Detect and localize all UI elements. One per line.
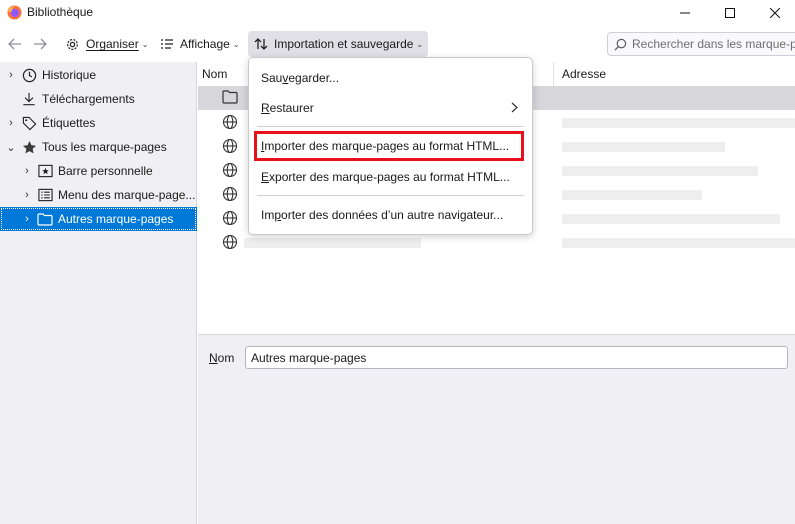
chevron-down-icon: ⌄: [232, 39, 240, 49]
menu-accesskey: R: [261, 101, 270, 115]
sidebar-item-all-bookmarks[interactable]: ⌄ Tous les marque-pages: [0, 135, 197, 159]
chevron-right-icon: [511, 102, 518, 113]
menu-item-import-other-browser[interactable]: Im p orter des données d’un autre navigate…: [253, 201, 528, 229]
view-button[interactable]: Affichage ⌄: [154, 31, 246, 57]
download-icon: [21, 91, 37, 107]
name-label: Nom: [209, 351, 234, 365]
view-label: Affichage: [180, 37, 230, 51]
bookmarks-toolbar-icon: [37, 163, 53, 179]
chevron-down-icon: ⌄: [416, 39, 424, 49]
globe-icon: [222, 210, 238, 226]
search-icon: [614, 38, 627, 51]
menu-accesskey: p: [274, 208, 282, 222]
list-view-icon: [160, 38, 174, 50]
menu-separator: [257, 195, 524, 196]
maximize-icon[interactable]: [707, 0, 752, 26]
name-label-rest: om: [217, 351, 235, 365]
sidebar-item-bookmarks-menu[interactable]: › Menu des marque-page...: [0, 183, 197, 207]
sidebar-item-other-bookmarks[interactable]: › Autres marque-pages: [0, 207, 197, 231]
chevron-right-icon[interactable]: ›: [21, 213, 33, 225]
close-icon[interactable]: [752, 0, 795, 26]
redacted-address: [562, 190, 702, 200]
menu-text: xporter des marque-pages au format HTML.…: [269, 170, 510, 184]
window-title: Bibliothèque: [27, 5, 94, 19]
sidebar-item-label: Barre personnelle: [58, 164, 153, 178]
menu-text: mporter des marque-pages au format HTML.…: [264, 139, 510, 153]
globe-icon: [222, 186, 238, 202]
sidebar-item-label: Tous les marque-pages: [42, 140, 167, 154]
name-field[interactable]: [245, 346, 788, 369]
sidebar-item-label: Historique: [42, 68, 97, 82]
title-bar: Bibliothèque: [0, 0, 795, 26]
tag-icon: [21, 115, 37, 131]
name-label-accesskey: N: [209, 351, 218, 365]
redacted-address: [562, 238, 795, 248]
import-backup-button[interactable]: Importation et sauvegarde ⌄: [248, 31, 428, 57]
redacted-address: [562, 166, 758, 176]
organize-label: Organiser: [86, 37, 139, 51]
folder-icon: [37, 211, 53, 227]
sidebar-item-label: Téléchargements: [42, 92, 135, 106]
menu-item-import-html[interactable]: Importer des marque-pages au format HTML…: [253, 132, 528, 160]
menu-text: Im: [261, 208, 275, 222]
details-pane: Nom: [198, 334, 795, 524]
redacted-address: [562, 142, 725, 152]
search-box[interactable]: [607, 32, 795, 56]
globe-icon: [222, 162, 238, 178]
column-header-address[interactable]: Adresse: [558, 62, 795, 86]
sidebar-item-tags[interactable]: › Étiquettes: [0, 111, 197, 135]
menu-separator: [257, 126, 524, 127]
sidebar-item-history[interactable]: › Historique: [0, 63, 197, 87]
globe-icon: [222, 138, 238, 154]
menu-item-export-html[interactable]: Exporter des marque-pages au format HTML…: [253, 163, 528, 191]
menu-text: Sau: [261, 71, 283, 85]
sidebar-item-downloads[interactable]: Téléchargements: [0, 87, 197, 111]
menu-item-restore[interactable]: Restaurer: [253, 94, 528, 122]
menu-text: egarder...: [288, 71, 340, 85]
menu-text: orter des données d’un autre navigateur.…: [281, 208, 504, 222]
menu-text: estaurer: [269, 101, 314, 115]
minimize-icon[interactable]: [662, 0, 707, 26]
sidebar-item-bookmarks-toolbar[interactable]: › Barre personnelle: [0, 159, 197, 183]
globe-icon: [222, 234, 238, 250]
organize-button[interactable]: Organiser ⌄: [59, 31, 154, 57]
sidebar-item-label: Autres marque-pages: [58, 212, 174, 226]
folder-icon: [222, 90, 238, 106]
globe-icon: [222, 114, 238, 130]
chevron-right-icon[interactable]: ›: [5, 117, 17, 129]
sidebar-item-label: Étiquettes: [42, 116, 96, 130]
arrow-left-icon[interactable]: [5, 35, 25, 53]
chevron-down-icon: ⌄: [141, 39, 149, 49]
redacted-address: [562, 214, 780, 224]
import-backup-label: Importation et sauvegarde: [274, 37, 414, 51]
chevron-down-icon[interactable]: ⌄: [5, 141, 17, 154]
sidebar-item-label: Menu des marque-page...: [58, 188, 196, 202]
arrow-right-icon[interactable]: [30, 35, 50, 53]
menu-accesskey: E: [261, 170, 270, 184]
clock-icon: [21, 67, 37, 83]
firefox-logo-icon: [7, 5, 22, 20]
chevron-right-icon[interactable]: ›: [21, 189, 33, 201]
sort-arrows-icon: [254, 37, 268, 51]
gear-icon: [65, 37, 80, 52]
redacted-address: [562, 118, 795, 128]
bookmarks-menu-icon: [37, 187, 53, 203]
star-icon: [21, 139, 37, 155]
chevron-right-icon[interactable]: ›: [5, 69, 17, 81]
chevron-right-icon[interactable]: ›: [21, 165, 33, 177]
search-input[interactable]: [632, 37, 795, 51]
redacted-title: [244, 238, 421, 248]
import-backup-menu: Sau v egarder... Restaurer Importer des ma…: [248, 57, 533, 235]
sidebar-tree: › Historique Téléchargements › Étiquette…: [0, 62, 197, 524]
menu-item-backup[interactable]: Sau v egarder...: [253, 64, 528, 92]
